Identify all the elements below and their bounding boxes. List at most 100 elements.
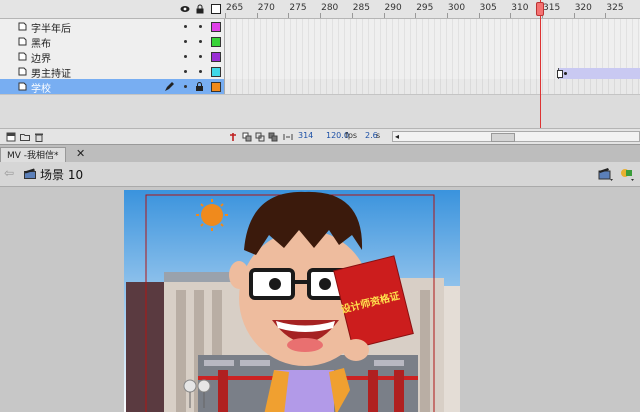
frame-tick bbox=[446, 13, 448, 18]
timeline-hscrollbar[interactable]: ◂ bbox=[392, 131, 640, 142]
scene-clapper-icon bbox=[24, 168, 36, 179]
frame-tick bbox=[288, 13, 290, 18]
close-icon[interactable]: ✕ bbox=[76, 148, 85, 159]
stage-canvas[interactable]: 设计师资格证 bbox=[124, 190, 460, 412]
tween-span[interactable] bbox=[558, 68, 640, 79]
visibility-dot[interactable] bbox=[184, 55, 187, 58]
frame-tick-label: 300 bbox=[447, 3, 466, 13]
trash-icon[interactable] bbox=[34, 132, 44, 142]
layer-color-swatch[interactable] bbox=[211, 52, 221, 62]
timeline-scroll-thumb[interactable] bbox=[491, 133, 515, 142]
layer-name: 边界 bbox=[31, 54, 51, 65]
layer-list: 字半年后黑布边界男主持证学校 bbox=[0, 19, 640, 95]
keyframe-dot[interactable] bbox=[564, 72, 567, 75]
new-layer-icon[interactable] bbox=[6, 132, 16, 142]
outline-icon[interactable] bbox=[211, 4, 221, 14]
edit-bar: ⇦ 场景 10 bbox=[0, 162, 640, 187]
playhead-line bbox=[540, 0, 541, 130]
layer-name: 黑布 bbox=[31, 39, 51, 50]
frame-tick-label: 295 bbox=[416, 3, 434, 13]
layer-row[interactable]: 学校 bbox=[0, 79, 640, 95]
lock-dot[interactable] bbox=[199, 70, 202, 73]
layer-icon bbox=[18, 37, 27, 46]
keyframe-marker[interactable] bbox=[557, 70, 563, 78]
frame-tick-label: 315 bbox=[543, 3, 561, 13]
layer-row[interactable]: 边界 bbox=[0, 49, 640, 65]
frame-tick-label: 310 bbox=[511, 3, 529, 13]
lock-dot[interactable] bbox=[199, 40, 202, 43]
frame-tick bbox=[478, 13, 480, 18]
frame-tick bbox=[351, 13, 353, 18]
lock-dot[interactable] bbox=[199, 55, 202, 58]
layer-color-swatch[interactable] bbox=[211, 37, 221, 47]
frame-tick-label: 270 bbox=[257, 3, 275, 13]
layer-icon bbox=[18, 82, 27, 91]
layer-frames[interactable] bbox=[225, 49, 640, 64]
frame-tick bbox=[415, 13, 417, 18]
layer-icon bbox=[18, 22, 27, 31]
layer-name: 字半年后 bbox=[31, 24, 71, 35]
timeline-panel: 265 270 275 280 285 290 295 300 305 310 315 320 325 … bbox=[0, 0, 640, 145]
center-frame-icon[interactable] bbox=[228, 132, 238, 142]
layer-name-cell[interactable]: 学校 bbox=[0, 79, 225, 95]
layer-row[interactable]: 字半年后 bbox=[0, 19, 640, 35]
elapsed-time-unit: s bbox=[376, 131, 381, 140]
layer-name: 男主持证 bbox=[31, 69, 71, 80]
layer-color-swatch[interactable] bbox=[211, 82, 221, 92]
layer-icon bbox=[18, 52, 27, 61]
frame-tick-label: 325 bbox=[606, 3, 624, 13]
stage-area: 设计师资格证 bbox=[0, 187, 640, 412]
visibility-dot[interactable] bbox=[184, 40, 187, 43]
lock-icon[interactable] bbox=[195, 82, 204, 91]
frame-tick bbox=[225, 13, 226, 18]
layer-color-swatch[interactable] bbox=[211, 22, 221, 32]
timeline-header: 265 270 275 280 285 290 295 300 305 310 315 320 325 bbox=[0, 0, 640, 19]
layer-frames[interactable] bbox=[225, 34, 640, 49]
frame-tick bbox=[573, 13, 575, 18]
playhead[interactable] bbox=[536, 2, 544, 16]
layer-frames[interactable] bbox=[225, 79, 640, 94]
document-tab-label: MV -我相信* bbox=[7, 151, 59, 161]
back-arrow-icon[interactable]: ⇦ bbox=[4, 166, 14, 180]
scene-label[interactable]: 场景 10 bbox=[40, 166, 83, 183]
frame-tick-label: 265 bbox=[226, 3, 244, 13]
onion-outline-icon[interactable] bbox=[255, 132, 265, 142]
new-folder-icon[interactable] bbox=[20, 132, 30, 142]
onion-skin-icon[interactable] bbox=[242, 132, 252, 142]
layer-name-cell[interactable]: 字半年后 bbox=[0, 19, 225, 35]
layer-frames[interactable] bbox=[225, 19, 640, 34]
frame-ruler[interactable]: 265 270 275 280 285 290 295 300 305 310 315 320 325 bbox=[225, 0, 640, 18]
scroll-left-icon[interactable]: ◂ bbox=[395, 132, 399, 141]
frame-tick bbox=[605, 13, 607, 18]
hand bbox=[343, 339, 369, 361]
edit-scene-icon[interactable] bbox=[598, 166, 614, 182]
frame-tick-label: 280 bbox=[321, 3, 339, 13]
layer-row[interactable]: 男主持证 bbox=[0, 64, 640, 80]
layer-row[interactable]: 黑布 bbox=[0, 34, 640, 50]
pencil-icon[interactable] bbox=[164, 81, 175, 92]
eye-icon[interactable] bbox=[180, 4, 190, 14]
frame-tick bbox=[383, 13, 385, 18]
layer-column-header bbox=[0, 0, 224, 18]
document-tab-bar: MV -我相信* ✕ bbox=[0, 144, 640, 164]
edit-multiple-frames-icon[interactable] bbox=[268, 132, 278, 142]
visibility-dot[interactable] bbox=[184, 70, 187, 73]
layer-color-swatch[interactable] bbox=[211, 67, 221, 77]
layer-name: 学校 bbox=[31, 84, 51, 95]
layer-name-cell[interactable]: 男主持证 bbox=[0, 64, 225, 80]
lock-dot[interactable] bbox=[199, 25, 202, 28]
lock-icon[interactable] bbox=[195, 4, 205, 14]
visibility-dot[interactable] bbox=[184, 85, 187, 88]
layer-name-cell[interactable]: 边界 bbox=[0, 49, 225, 65]
frame-tick-label: 320 bbox=[574, 3, 592, 13]
frame-tick-label: 285 bbox=[352, 3, 370, 13]
frame-tick bbox=[256, 13, 258, 18]
layer-icon bbox=[18, 67, 27, 76]
stage-artwork bbox=[124, 190, 460, 412]
visibility-dot[interactable] bbox=[184, 25, 187, 28]
layer-name-cell[interactable]: 黑布 bbox=[0, 34, 225, 50]
edit-symbols-icon[interactable] bbox=[619, 166, 635, 182]
modify-markers-icon[interactable] bbox=[283, 132, 293, 142]
frame-tick bbox=[510, 13, 512, 18]
current-frame[interactable]: 314 bbox=[298, 131, 313, 140]
